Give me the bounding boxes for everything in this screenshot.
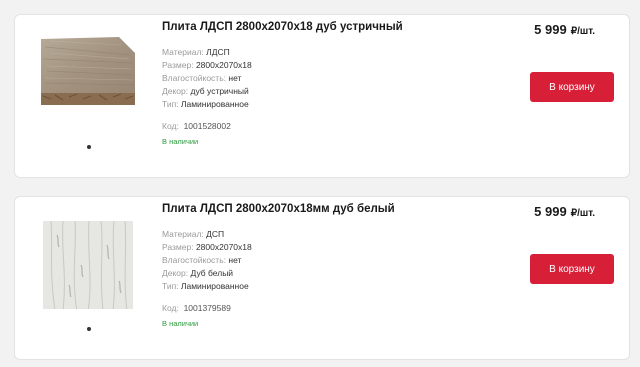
spec-decor: Декор: дуб устричный bbox=[162, 86, 249, 96]
add-to-cart-button[interactable]: В корзину bbox=[530, 72, 614, 102]
product-card: Плита ЛДСП 2800х2070х18мм дуб белый Мате… bbox=[14, 196, 630, 360]
add-to-cart-button[interactable]: В корзину bbox=[530, 254, 614, 284]
product-info: Плита ЛДСП 2800х2070х18мм дуб белый Мате… bbox=[162, 202, 395, 328]
spec-type: Тип: Ламинированное bbox=[162, 99, 249, 109]
product-info: Плита ЛДСП 2800х2070х18 дуб устричный Ма… bbox=[162, 20, 403, 146]
spec-size: Размер: 2800х2070х18 bbox=[162, 60, 252, 70]
carousel-dot[interactable] bbox=[87, 145, 91, 149]
product-title[interactable]: Плита ЛДСП 2800х2070х18мм дуб белый bbox=[162, 202, 395, 216]
price-unit: ₽/шт. bbox=[570, 26, 595, 37]
spec-type: Тип: Ламинированное bbox=[162, 281, 249, 291]
product-image[interactable] bbox=[41, 33, 135, 127]
product-price: 5 999 ₽/шт. bbox=[534, 21, 595, 39]
product-price: 5 999 ₽/шт. bbox=[534, 203, 595, 221]
product-image[interactable] bbox=[41, 215, 135, 312]
spec-size: Размер: 2800х2070х18 bbox=[162, 242, 252, 252]
product-specs: Материал: ДСП Размер: 2800х2070х18 Влаго… bbox=[162, 228, 395, 293]
price-value: 5 999 bbox=[534, 22, 567, 37]
product-specs: Материал: ЛДСП Размер: 2800х2070х18 Влаг… bbox=[162, 46, 403, 111]
spec-material: Материал: ЛДСП bbox=[162, 47, 230, 57]
spec-moisture: Влагостойкость: нет bbox=[162, 73, 242, 83]
carousel-dot[interactable] bbox=[87, 327, 91, 331]
product-title[interactable]: Плита ЛДСП 2800х2070х18 дуб устричный bbox=[162, 20, 403, 34]
price-value: 5 999 bbox=[534, 204, 567, 219]
spec-moisture: Влагостойкость: нет bbox=[162, 255, 242, 265]
product-card: Плита ЛДСП 2800х2070х18 дуб устричный Ма… bbox=[14, 14, 630, 178]
spec-decor: Декор: Дуб белый bbox=[162, 268, 234, 278]
stock-status: В наличии bbox=[162, 137, 199, 146]
product-code: Код: 1001379589 bbox=[162, 303, 231, 313]
spec-material: Материал: ДСП bbox=[162, 229, 225, 239]
stock-status: В наличии bbox=[162, 319, 199, 328]
product-code: Код: 1001528002 bbox=[162, 121, 231, 131]
price-unit: ₽/шт. bbox=[570, 208, 595, 219]
